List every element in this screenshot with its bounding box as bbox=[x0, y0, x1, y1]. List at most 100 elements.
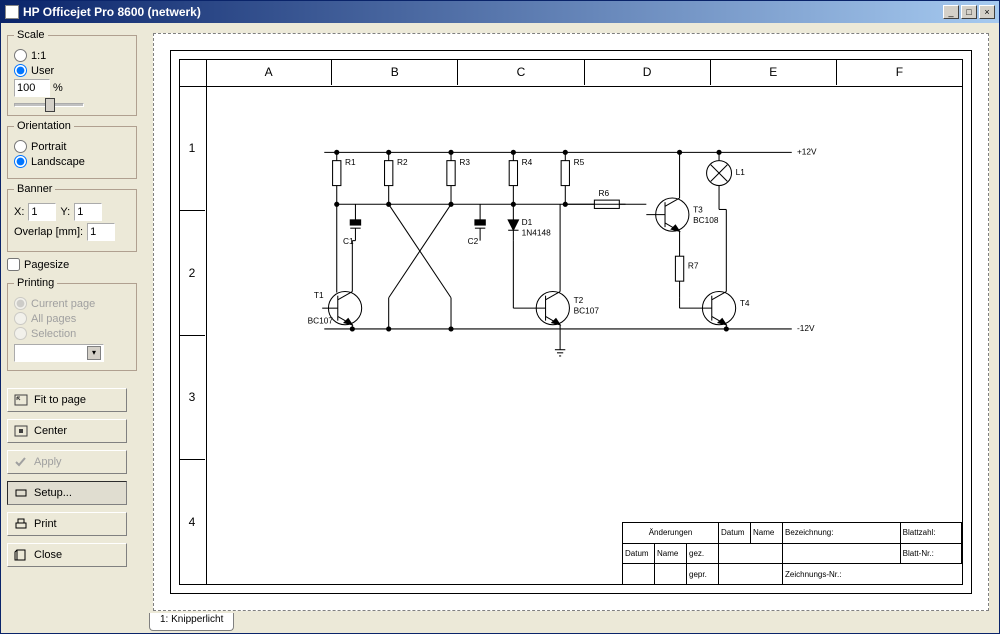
title-block: Änderungen Datum Name Datum Name gez. bbox=[622, 522, 962, 584]
pagesize-checkbox[interactable] bbox=[7, 258, 20, 271]
printing-current-radio bbox=[14, 297, 27, 310]
fit-icon bbox=[14, 394, 28, 406]
banner-legend: Banner bbox=[14, 183, 55, 195]
banner-group: Banner X: Y: Overlap [mm]: bbox=[7, 183, 137, 252]
svg-text:R7: R7 bbox=[688, 261, 699, 271]
col-B: B bbox=[332, 59, 458, 85]
close-window-button[interactable]: × bbox=[979, 5, 995, 19]
printing-pages-dropdown[interactable]: ▾ bbox=[14, 344, 104, 362]
tb-zeichnungsnr: Zeichnungs-Nr.: bbox=[783, 564, 962, 584]
tb-blattzahl: Blattzahl: bbox=[901, 523, 962, 543]
setup-button[interactable]: Setup... bbox=[7, 481, 127, 505]
orientation-landscape-option[interactable]: Landscape bbox=[14, 155, 130, 168]
col-C: C bbox=[458, 59, 584, 85]
drawing-frame-inner: A B C D E F 1 2 3 4 bbox=[179, 59, 963, 585]
tb-bezeichnung: Bezeichnung: bbox=[783, 523, 901, 543]
printing-current-option: Current page bbox=[14, 297, 130, 310]
svg-text:R6: R6 bbox=[599, 188, 610, 198]
print-preview-window: HP Officejet Pro 8600 (netwerk) _ □ × ? … bbox=[0, 0, 1000, 634]
svg-text:L1: L1 bbox=[736, 167, 746, 177]
printing-all-option: All pages bbox=[14, 312, 130, 325]
col-A: A bbox=[206, 59, 332, 85]
center-button[interactable]: Center bbox=[7, 419, 127, 443]
preview-area: A B C D E F 1 2 3 4 bbox=[143, 23, 999, 633]
banner-y-input[interactable] bbox=[74, 203, 102, 221]
svg-text:+12V: +12V bbox=[797, 146, 817, 156]
scale-user-label: User bbox=[31, 65, 54, 77]
printing-legend: Printing bbox=[14, 277, 57, 289]
sheet-tabs: 1: Knipperlicht bbox=[149, 613, 234, 631]
printing-selection-radio bbox=[14, 327, 27, 340]
col-F: F bbox=[837, 59, 962, 85]
orientation-legend: Orientation bbox=[14, 120, 74, 132]
tb-empty1 bbox=[719, 544, 783, 564]
overlap-label: Overlap [mm]: bbox=[14, 226, 83, 238]
scale-11-option[interactable]: 1:1 bbox=[14, 49, 130, 62]
sheet-tab-1[interactable]: 1: Knipperlicht bbox=[149, 613, 234, 631]
sidebar: Scale 1:1 User % Orientation bbox=[1, 23, 143, 633]
row-2: 2 bbox=[179, 211, 205, 336]
svg-text:R3: R3 bbox=[459, 157, 470, 167]
print-button-label: Print bbox=[34, 518, 57, 530]
maximize-button[interactable]: □ bbox=[961, 5, 977, 19]
landscape-radio[interactable] bbox=[14, 155, 27, 168]
tb-blattnr: Blatt-Nr.: bbox=[901, 544, 962, 564]
portrait-radio[interactable] bbox=[14, 140, 27, 153]
setup-icon bbox=[14, 487, 28, 499]
tb-empty2 bbox=[623, 564, 655, 584]
tb-datum-hdr: Datum bbox=[719, 523, 751, 543]
svg-text:R4: R4 bbox=[522, 157, 533, 167]
drawing-frame-outer: A B C D E F 1 2 3 4 bbox=[170, 50, 972, 594]
scale-legend: Scale bbox=[14, 29, 48, 41]
svg-text:T1: T1 bbox=[314, 290, 324, 300]
app-icon bbox=[5, 5, 19, 19]
col-D: D bbox=[585, 59, 711, 85]
banner-x-label: X: bbox=[14, 206, 24, 218]
tb-anderungen: Änderungen bbox=[623, 523, 719, 543]
circuit-schematic: +12V -12V R1 R2 bbox=[210, 90, 958, 589]
close-button[interactable]: Close bbox=[7, 543, 127, 567]
print-button[interactable]: Print bbox=[7, 512, 127, 536]
svg-text:R5: R5 bbox=[574, 157, 585, 167]
pagesize-option[interactable]: Pagesize bbox=[7, 258, 137, 271]
printing-all-label: All pages bbox=[31, 313, 76, 325]
scale-user-option[interactable]: User bbox=[14, 64, 130, 77]
scale-value-input[interactable] bbox=[14, 79, 50, 97]
printing-selection-label: Selection bbox=[31, 328, 76, 340]
scale-unit: % bbox=[53, 82, 63, 94]
page-margin-outline: A B C D E F 1 2 3 4 bbox=[153, 33, 989, 611]
titlebar[interactable]: HP Officejet Pro 8600 (netwerk) _ □ × bbox=[1, 1, 999, 23]
center-icon bbox=[14, 425, 28, 437]
apply-button-label: Apply bbox=[34, 456, 62, 468]
printer-icon bbox=[14, 518, 28, 530]
printing-selection-option: Selection bbox=[14, 327, 130, 340]
printing-group: Printing Current page All pages Selectio… bbox=[7, 277, 137, 371]
dropdown-arrow-icon[interactable]: ▾ bbox=[87, 346, 101, 360]
svg-text:1N4148: 1N4148 bbox=[522, 227, 551, 237]
minimize-button[interactable]: _ bbox=[943, 5, 959, 19]
tb-name-hdr: Name bbox=[751, 523, 783, 543]
close-button-label: Close bbox=[34, 549, 62, 561]
svg-text:R1: R1 bbox=[345, 157, 356, 167]
scale-user-radio[interactable] bbox=[14, 64, 27, 77]
center-button-label: Center bbox=[34, 425, 67, 437]
svg-text:C2: C2 bbox=[468, 236, 479, 246]
banner-x-input[interactable] bbox=[28, 203, 56, 221]
tb-gepr: gepr. bbox=[687, 564, 719, 584]
svg-text:T2: T2 bbox=[574, 295, 584, 305]
tb-empty4 bbox=[719, 564, 783, 584]
svg-text:BC107: BC107 bbox=[574, 305, 600, 315]
scale-slider[interactable] bbox=[14, 103, 84, 107]
orientation-portrait-option[interactable]: Portrait bbox=[14, 140, 130, 153]
tb-gez: gez. bbox=[687, 544, 719, 564]
overlap-input[interactable] bbox=[87, 223, 115, 241]
svg-text:-12V: -12V bbox=[797, 323, 815, 333]
tb-empty5 bbox=[783, 544, 901, 564]
col-E: E bbox=[711, 59, 837, 85]
fit-to-page-button[interactable]: Fit to page bbox=[7, 388, 127, 412]
landscape-label: Landscape bbox=[31, 156, 85, 168]
scale-slider-thumb[interactable] bbox=[45, 98, 55, 112]
window-title: HP Officejet Pro 8600 (netwerk) bbox=[23, 5, 943, 19]
column-labels: A B C D E F bbox=[206, 59, 962, 85]
scale-11-radio[interactable] bbox=[14, 49, 27, 62]
